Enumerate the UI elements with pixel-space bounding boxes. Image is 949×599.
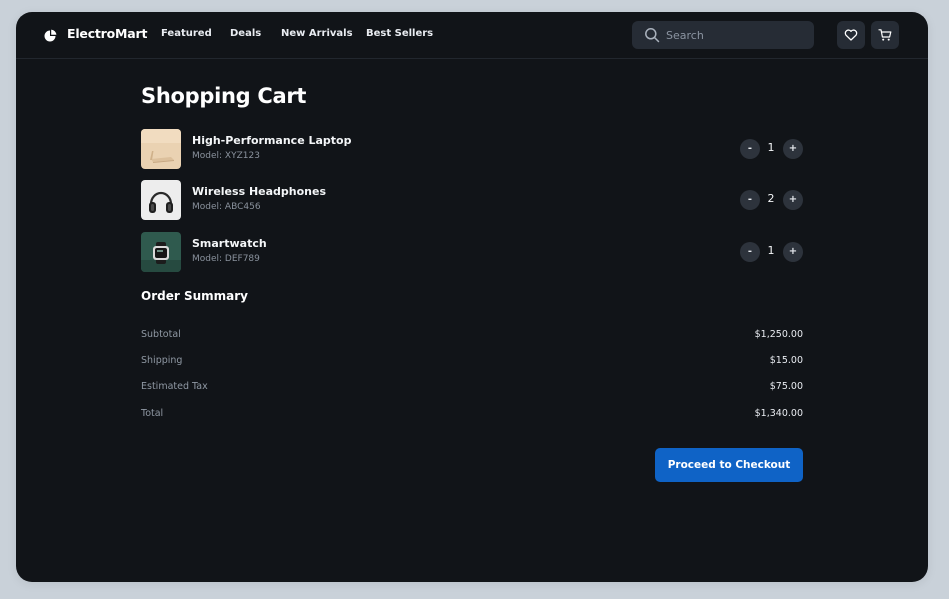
nav-link-best-sellers[interactable]: Best Sellers [366,28,433,39]
summary-value: $75.00 [769,381,803,392]
headphones-thumbnail[interactable] [141,180,181,220]
summary-row-shipping: Shipping $15.00 [141,355,803,369]
search-icon [645,28,660,43]
wishlist-button[interactable] [837,21,865,49]
search-input[interactable] [666,25,806,45]
item-model: Model: DEF789 [192,254,260,264]
item-name[interactable]: Smartwatch [192,237,267,250]
summary-label: Subtotal [141,329,181,340]
item-name[interactable]: High-Performance Laptop [192,134,351,147]
item-name[interactable]: Wireless Headphones [192,185,326,198]
summary-label: Total [141,408,164,419]
order-summary-title: Order Summary [141,289,248,303]
cart-button[interactable] [871,21,899,49]
summary-value: $15.00 [769,355,803,366]
summary-label: Shipping [141,355,183,366]
brand-logo-icon[interactable] [43,29,57,43]
top-navigation-bar: ElectroMart Featured Deals New Arrivals … [16,12,928,59]
cart-icon [878,29,892,41]
increase-quantity-button[interactable]: + [783,190,803,210]
heart-icon [844,29,858,41]
summary-value: $1,340.00 [754,408,803,419]
item-model: Model: ABC456 [192,202,261,212]
quantity-value: 2 [767,192,775,205]
cart-item: Smartwatch Model: DEF789 - 1 + [141,232,803,272]
decrease-quantity-button[interactable]: - [740,139,760,159]
nav-link-new-arrivals[interactable]: New Arrivals [281,28,353,39]
page-title: Shopping Cart [141,84,307,108]
increase-quantity-button[interactable]: + [783,242,803,262]
nav-link-deals[interactable]: Deals [230,28,261,39]
brand-name[interactable]: ElectroMart [67,26,147,41]
item-model: Model: XYZ123 [192,151,260,161]
summary-row-subtotal: Subtotal $1,250.00 [141,329,803,343]
increase-quantity-button[interactable]: + [783,139,803,159]
summary-row-total: Total $1,340.00 [141,408,803,422]
laptop-thumbnail[interactable] [141,129,181,169]
decrease-quantity-button[interactable]: - [740,242,760,262]
summary-value: $1,250.00 [754,329,803,340]
quantity-value: 1 [767,244,775,257]
quantity-value: 1 [767,141,775,154]
proceed-to-checkout-button[interactable]: Proceed to Checkout [655,448,803,482]
cart-item: Wireless Headphones Model: ABC456 - 2 + [141,180,803,220]
decrease-quantity-button[interactable]: - [740,190,760,210]
summary-label: Estimated Tax [141,381,208,392]
summary-row-tax: Estimated Tax $75.00 [141,381,803,395]
cart-item: High-Performance Laptop Model: XYZ123 - … [141,129,803,169]
nav-link-featured[interactable]: Featured [161,28,212,39]
app-window: ElectroMart Featured Deals New Arrivals … [16,12,928,582]
smartwatch-thumbnail[interactable] [141,232,181,272]
search-box[interactable] [632,21,814,49]
